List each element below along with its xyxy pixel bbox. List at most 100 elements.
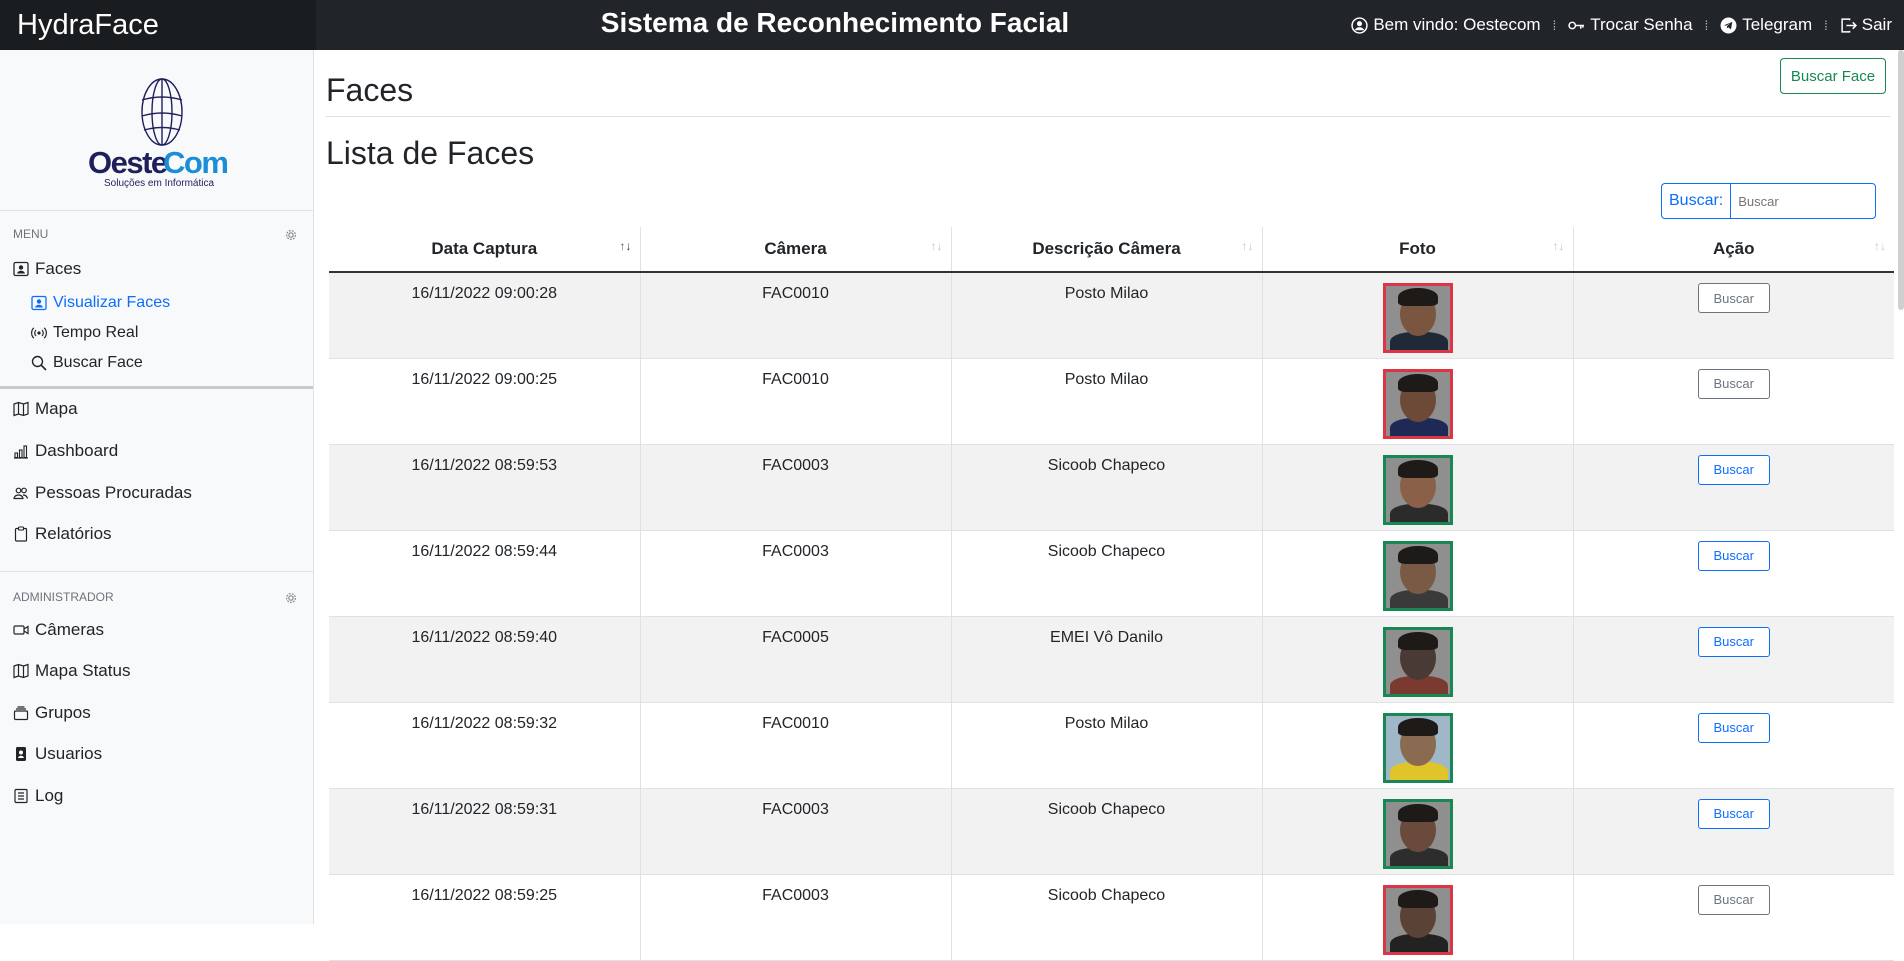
table-row: 16/11/2022 09:00:28 FAC0010 Posto Milao Bus… — [329, 272, 1894, 359]
buscar-row-button[interactable]: Buscar — [1697, 368, 1770, 399]
column-header-descricao-camera[interactable]: Descrição Câmera ↑↓ — [950, 227, 1262, 273]
column-header-foto[interactable]: Foto ↑↓ — [1261, 227, 1573, 273]
logo-name-part2: Com — [163, 145, 227, 180]
brand-logo[interactable]: HydraFace — [0, 0, 316, 50]
logout-link[interactable]: Sair — [1840, 15, 1892, 35]
sidebar-item-label: Pessoas Procuradas — [35, 483, 192, 502]
sidebar-item-cameras[interactable]: Câmeras — [13, 620, 104, 640]
face-thumbnail[interactable] — [1382, 798, 1453, 869]
cell-acao: Buscar — [1572, 874, 1894, 961]
stack-icon — [13, 706, 29, 721]
sidebar-item-usuarios[interactable]: Usuarios — [13, 744, 102, 764]
sidebar-item-mapa-status[interactable]: Mapa Status — [13, 661, 130, 681]
cell-camera: FAC0003 — [639, 530, 951, 617]
logo-name-part1: Oeste — [88, 145, 168, 180]
sidebar-item-label: Log — [35, 786, 64, 805]
telegram-icon — [1720, 17, 1737, 33]
change-password-link[interactable]: Trocar Senha — [1568, 15, 1693, 35]
cell-descricao-camera: Sicoob Chapeco — [950, 788, 1262, 875]
face-thumbnail[interactable] — [1382, 540, 1453, 611]
page-scrollbar[interactable] — [1898, 50, 1904, 310]
table-row: 16/11/2022 08:59:53 FAC0003 Sicoob Chapeco… — [329, 444, 1894, 531]
sidebar-item-label: Mapa Status — [35, 661, 131, 680]
cell-foto — [1261, 358, 1573, 445]
map-icon — [13, 663, 29, 679]
buscar-row-button[interactable]: Buscar — [1697, 626, 1770, 657]
buscar-face-button[interactable]: Buscar Face — [1780, 58, 1886, 94]
column-header-acao[interactable]: Ação ↑↓ — [1572, 227, 1894, 273]
face-thumbnail[interactable] — [1382, 884, 1453, 955]
buscar-row-button[interactable]: Buscar — [1697, 712, 1770, 743]
face-thumbnail[interactable] — [1382, 283, 1453, 353]
sidebar-item-log[interactable]: Log — [13, 786, 63, 806]
sidebar-item-buscar-face[interactable]: Buscar Face — [31, 354, 143, 372]
face-thumbnail[interactable] — [1382, 454, 1453, 525]
sidebar-item-visualizar-faces[interactable]: Visualizar Faces — [31, 294, 170, 312]
buscar-row-button[interactable]: Buscar — [1697, 884, 1770, 915]
cell-camera: FAC0003 — [639, 444, 951, 531]
user-circle-icon — [1351, 16, 1369, 34]
gear-icon[interactable] — [284, 591, 298, 605]
cell-data-captura: 16/11/2022 08:59:40 — [329, 616, 640, 703]
sidebar-item-grupos[interactable]: Grupos — [13, 703, 91, 723]
people-icon — [13, 487, 29, 500]
table-row: 16/11/2022 08:59:44 FAC0003 Sicoob Chapeco… — [329, 530, 1894, 617]
face-thumbnail[interactable] — [1382, 712, 1453, 783]
cell-acao: Buscar — [1572, 272, 1894, 359]
face-thumbnail[interactable] — [1382, 626, 1453, 697]
top-nav-links: Bem vindo: Oestecom ⁞ Trocar Senha ⁞ Tel… — [1351, 0, 1892, 50]
cell-descricao-camera: Sicoob Chapeco — [950, 530, 1262, 617]
sidebar-divider — [0, 386, 313, 389]
cell-data-captura: 16/11/2022 08:59:53 — [329, 444, 640, 531]
face-hair — [1397, 545, 1438, 564]
face-hair — [1397, 803, 1438, 822]
cell-camera: FAC0005 — [639, 616, 951, 703]
cell-data-captura: 16/11/2022 09:00:25 — [329, 358, 640, 445]
search-input[interactable] — [1730, 183, 1877, 219]
sort-icon: ↑↓ — [1874, 239, 1886, 253]
welcome-text: Bem vindo: Oestecom — [1373, 15, 1541, 34]
face-thumbnail[interactable] — [1382, 368, 1453, 439]
table-header-row: Data Captura ↑↓ Câmera ↑↓ Descrição Câmera… — [329, 227, 1894, 273]
key-icon — [1568, 21, 1585, 29]
buscar-row-button[interactable]: Buscar — [1697, 540, 1770, 571]
column-header-camera[interactable]: Câmera ↑↓ — [639, 227, 951, 273]
table-row: 16/11/2022 08:59:32 FAC0010 Posto Milao Bus… — [329, 702, 1894, 789]
cell-foto — [1261, 530, 1573, 617]
page-title: Faces — [326, 72, 414, 108]
header-divider — [326, 116, 1890, 117]
sidebar-item-faces[interactable]: Faces — [13, 259, 81, 279]
sidebar-item-dashboard[interactable]: Dashboard — [13, 441, 118, 461]
sidebar-item-pessoas-procuradas[interactable]: Pessoas Procuradas — [13, 483, 192, 503]
sidebar-item-label: Buscar Face — [53, 354, 143, 371]
column-header-label: Ação — [1712, 239, 1755, 258]
list-title: Lista de Faces — [326, 135, 535, 171]
buscar-row-button[interactable]: Buscar — [1697, 798, 1770, 829]
bar-chart-icon — [14, 445, 28, 459]
logout-icon — [1841, 17, 1857, 33]
cell-data-captura: 16/11/2022 09:00:28 — [329, 272, 640, 359]
oestecom-logo: Oeste Com Soluções em Informática — [88, 78, 229, 189]
welcome-link[interactable]: Bem vindo: Oestecom — [1351, 15, 1541, 35]
face-hair — [1397, 631, 1438, 650]
cell-acao: Buscar — [1572, 358, 1894, 445]
sidebar-item-relatorios[interactable]: Relatórios — [13, 524, 112, 544]
buscar-row-button[interactable]: Buscar — [1697, 454, 1770, 485]
sidebar-item-mapa[interactable]: Mapa — [13, 399, 78, 419]
cell-camera: FAC0010 — [639, 358, 951, 445]
buscar-row-button[interactable]: Buscar — [1697, 283, 1770, 313]
telegram-text: Telegram — [1742, 15, 1813, 34]
column-header-label: Descrição Câmera — [1032, 239, 1181, 258]
sidebar-item-tempo-real[interactable]: Tempo Real — [31, 324, 138, 342]
logo-tagline: Soluções em Informática — [104, 178, 214, 189]
column-header-data-captura[interactable]: Data Captura ↑↓ — [329, 227, 640, 273]
face-hair — [1397, 459, 1438, 478]
clipboard-icon — [14, 526, 28, 542]
gear-icon[interactable] — [284, 228, 298, 242]
sort-icon: ↑↓ — [930, 239, 943, 253]
cell-acao: Buscar — [1572, 444, 1894, 531]
table-row: 16/11/2022 08:59:31 FAC0003 Sicoob Chapeco… — [329, 788, 1894, 875]
telegram-link[interactable]: Telegram — [1720, 15, 1812, 35]
sidebar-item-label: Tempo Real — [53, 324, 139, 341]
change-password-text: Trocar Senha — [1590, 15, 1693, 34]
